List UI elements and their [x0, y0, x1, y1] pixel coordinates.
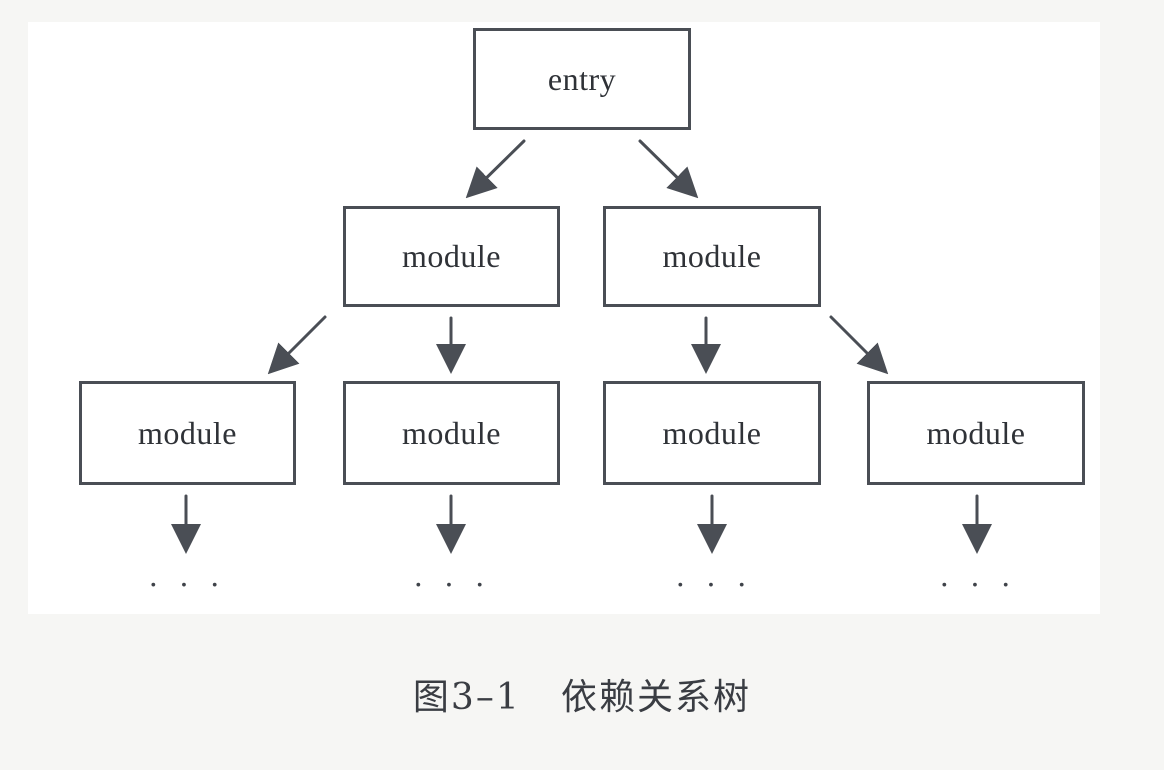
entry-node: entry — [473, 28, 691, 130]
continuation-dots-2: · · · — [413, 566, 491, 602]
edge-entry-to-module-left — [465, 139, 526, 199]
module-node-level2-4: module — [867, 381, 1085, 485]
continuation-dots-4: · · · — [939, 566, 1017, 602]
edge-module-left-to-child-1 — [267, 315, 327, 375]
edge-entry-to-module-right — [638, 139, 699, 199]
module-node-level1-left: module — [343, 206, 560, 307]
figure-caption: 图3–1 依赖关系树 — [412, 677, 752, 718]
continuation-dots-3: · · · — [675, 566, 753, 602]
module-node-level2-1: module — [79, 381, 296, 485]
continuation-dots-1: · · · — [148, 566, 226, 602]
edge-module-right-to-child-4 — [829, 315, 889, 375]
module-node-level2-3: module — [603, 381, 821, 485]
module-node-level1-right: module — [603, 206, 821, 307]
module-node-level2-2: module — [343, 381, 560, 485]
